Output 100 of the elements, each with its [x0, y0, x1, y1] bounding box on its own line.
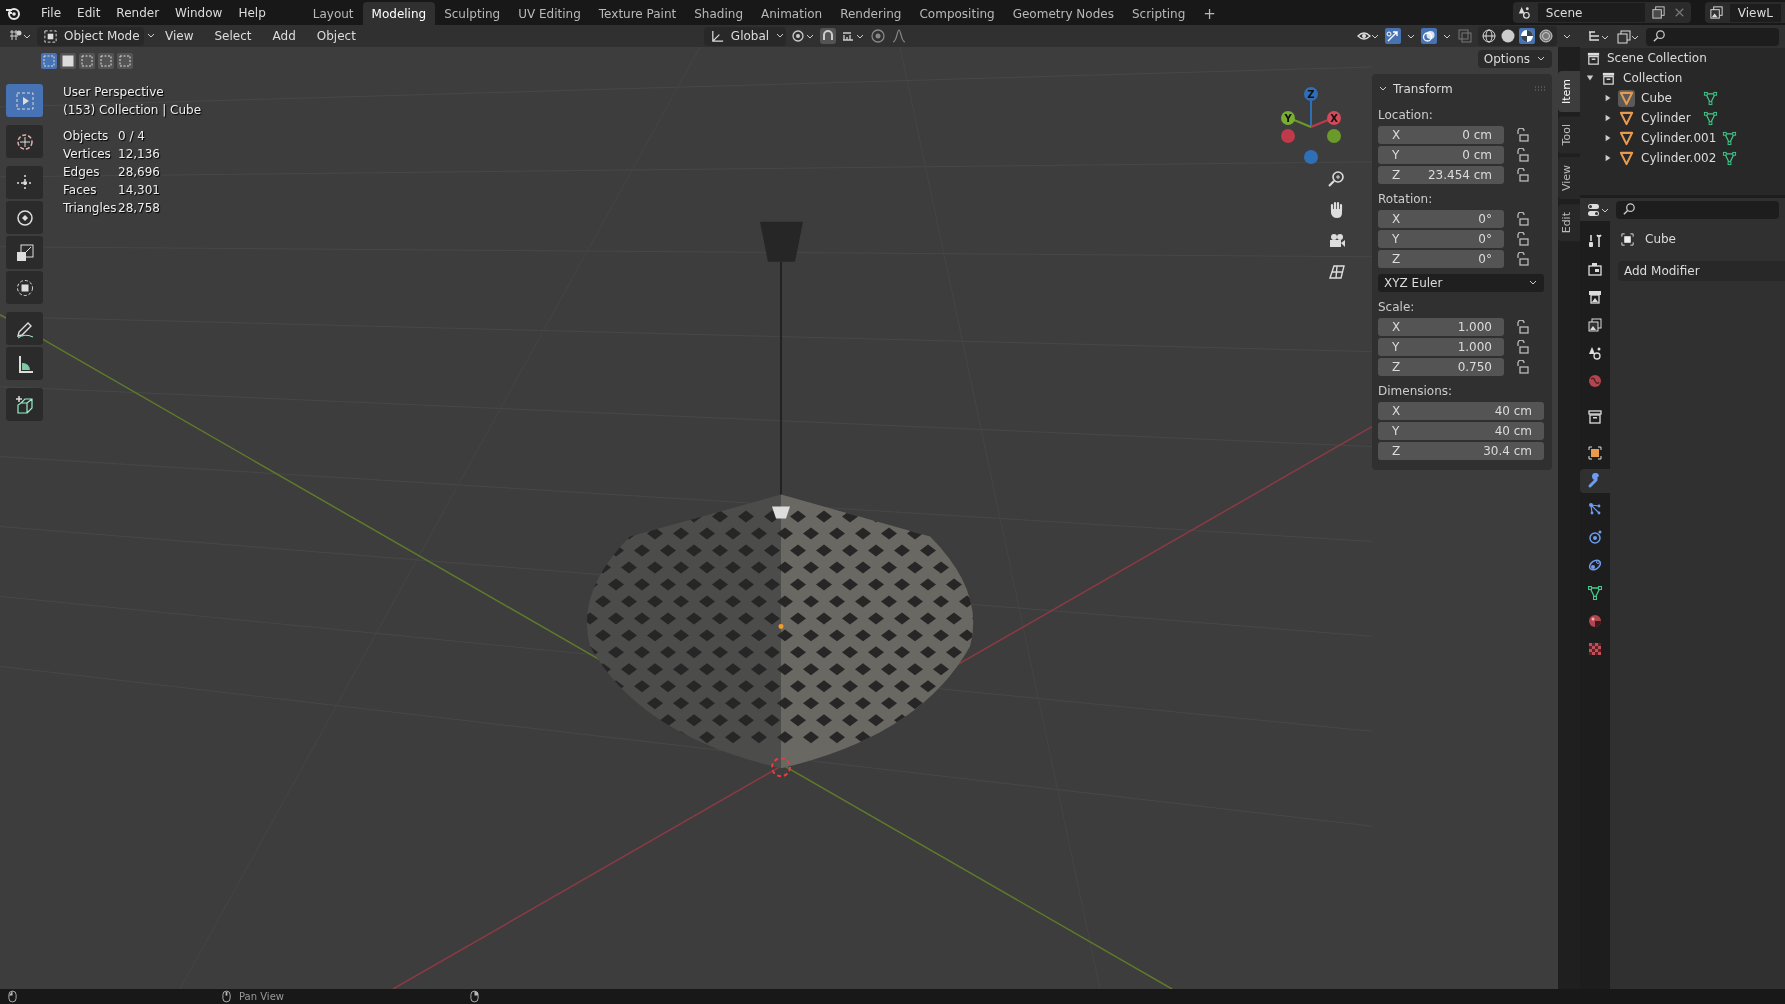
menu-item[interactable]: Select	[206, 29, 260, 43]
sidebar-tab[interactable]: Item	[1558, 71, 1580, 113]
proportional-edit-icon[interactable]	[869, 28, 886, 44]
menu-item[interactable]: Render	[108, 5, 168, 20]
gizmo-axis-dot[interactable]	[1327, 129, 1341, 143]
workspace-tab[interactable]: Rendering	[831, 2, 911, 25]
sidebar-tab[interactable]: Edit	[1558, 203, 1580, 241]
menu-item[interactable]: Object	[308, 29, 364, 43]
gizmo-toggle-icon[interactable]	[1385, 28, 1401, 44]
tree-item[interactable]: Cylinder.001	[1641, 131, 1717, 145]
gizmo-axis-handle[interactable]	[1281, 111, 1312, 128]
rendered-shading-icon[interactable]	[1538, 28, 1554, 44]
tree-item[interactable]: Collection	[1623, 71, 1683, 85]
solid-shading-icon[interactable]	[1500, 28, 1516, 44]
menu-item[interactable]: Help	[230, 5, 274, 20]
panel-title[interactable]: Transform	[1393, 82, 1453, 96]
gizmo-axis-dot[interactable]	[1281, 129, 1295, 143]
unlocked-icon[interactable]	[1516, 252, 1530, 266]
number-field[interactable]: Y 0°	[1378, 230, 1504, 248]
number-field[interactable]: Y 0 cm	[1378, 146, 1504, 164]
scene-name[interactable]: Scene	[1537, 3, 1645, 22]
sidebar-tab[interactable]: Tool	[1558, 116, 1580, 154]
gizmo-axis-handle[interactable]	[1304, 87, 1318, 128]
collapsed-triangle-icon[interactable]	[1604, 154, 1612, 162]
collapsed-triangle-icon[interactable]	[1604, 134, 1612, 142]
falloff-curve-icon[interactable]	[890, 28, 907, 44]
workspace-tab[interactable]: Geometry Nodes	[1003, 2, 1123, 25]
number-field[interactable]: Z 0°	[1378, 250, 1504, 268]
number-field[interactable]: X 0°	[1378, 210, 1504, 228]
mesh-data-icon[interactable]	[1703, 110, 1718, 126]
add-modifier-dropdown[interactable]: Add Modifier	[1618, 261, 1785, 281]
number-field[interactable]: Y 1.000	[1378, 338, 1504, 356]
menu-item[interactable]: File	[33, 5, 70, 20]
magnet-icon[interactable]	[819, 28, 836, 44]
unlocked-icon[interactable]	[1516, 212, 1530, 226]
search-field[interactable]	[1616, 200, 1779, 219]
tool-button[interactable]	[6, 166, 43, 199]
add-workspace-button[interactable]: +	[1194, 2, 1225, 25]
number-field[interactable]: Z 30.4 cm	[1378, 442, 1544, 460]
pivot-icon[interactable]	[790, 28, 815, 44]
gizmo-axis-dot[interactable]	[1304, 150, 1318, 164]
tree-item[interactable]: Cube	[1641, 91, 1697, 105]
scene-selector[interactable]: Scene	[1512, 2, 1691, 23]
unlocked-icon[interactable]	[1516, 340, 1530, 354]
unlocked-icon[interactable]	[1516, 148, 1530, 162]
workspace-tab[interactable]: Scripting	[1122, 2, 1195, 25]
search-field[interactable]	[1646, 27, 1779, 46]
number-field[interactable]: X 0 cm	[1378, 126, 1504, 144]
collapsed-triangle-icon[interactable]	[1604, 114, 1612, 122]
sidebar-tab[interactable]: View	[1558, 157, 1580, 200]
unlocked-icon[interactable]	[1516, 232, 1530, 246]
menu-item[interactable]: Add	[264, 29, 304, 43]
tree-item[interactable]: Cylinder.002	[1641, 151, 1717, 165]
mesh-data-icon[interactable]	[1722, 130, 1738, 146]
mesh-data-icon[interactable]	[1703, 90, 1718, 106]
number-field[interactable]: Y 40 cm	[1378, 422, 1544, 440]
unlocked-icon[interactable]	[1516, 168, 1530, 182]
selection-mode-icon[interactable]	[116, 52, 134, 70]
view-layer-selector[interactable]: ViewL	[1704, 2, 1785, 23]
tool-button[interactable]	[6, 236, 43, 269]
workspace-tab[interactable]: Compositing	[910, 2, 1004, 25]
tool-button[interactable]	[6, 201, 43, 234]
tool-button[interactable]	[6, 312, 43, 345]
unlocked-icon[interactable]	[1516, 128, 1530, 142]
3d-cursor-icon[interactable]	[771, 757, 791, 778]
expanded-triangle-icon[interactable]	[1586, 74, 1594, 82]
collapsed-triangle-icon[interactable]	[1604, 94, 1612, 102]
zoom-icon[interactable]	[1327, 169, 1347, 189]
number-field[interactable]: Z 23.454 cm	[1378, 166, 1504, 184]
gizmo-axis-handle[interactable]	[1310, 111, 1341, 128]
tool-button[interactable]	[6, 388, 43, 421]
menu-item[interactable]: View	[157, 29, 202, 43]
workspace-tab[interactable]: Sculpting	[435, 2, 510, 25]
workspace-tab[interactable]: Shading	[685, 2, 752, 25]
display-mode-icon[interactable]	[1616, 28, 1640, 45]
options-dropdown[interactable]: Options	[1477, 50, 1552, 68]
workspace-tab[interactable]: Layout	[303, 2, 363, 25]
workspace-tab[interactable]: Modeling	[362, 2, 436, 25]
tree-item[interactable]: Scene Collection	[1607, 51, 1707, 65]
unlocked-icon[interactable]	[1516, 360, 1530, 374]
orientation-dropdown[interactable]: Global	[703, 26, 786, 46]
number-field[interactable]: X 1.000	[1378, 318, 1504, 336]
mesh-data-icon[interactable]	[1722, 150, 1738, 166]
view-layer-name[interactable]: ViewL	[1729, 3, 1781, 22]
tool-button[interactable]	[6, 125, 43, 158]
material-shading-icon[interactable]	[1519, 28, 1535, 44]
unlocked-icon[interactable]	[1516, 320, 1530, 334]
rotation-mode-dropdown[interactable]: XYZ Euler	[1378, 274, 1544, 292]
number-field[interactable]: Z 0.750	[1378, 358, 1504, 376]
selection-mode-icon[interactable]	[78, 52, 96, 70]
menu-item[interactable]: Edit	[69, 5, 109, 20]
grid-view-icon[interactable]	[1327, 262, 1347, 282]
tool-button[interactable]	[6, 347, 43, 380]
copy-icon[interactable]	[1650, 5, 1666, 20]
workspace-tab[interactable]: Animation	[752, 2, 832, 25]
tool-button[interactable]	[6, 271, 43, 304]
drag-handle-icon[interactable]	[1534, 86, 1546, 92]
workspace-tab[interactable]: Texture Paint	[589, 2, 686, 25]
workspace-tab[interactable]: UV Editing	[509, 2, 590, 25]
selection-mode-icon[interactable]	[59, 52, 77, 70]
